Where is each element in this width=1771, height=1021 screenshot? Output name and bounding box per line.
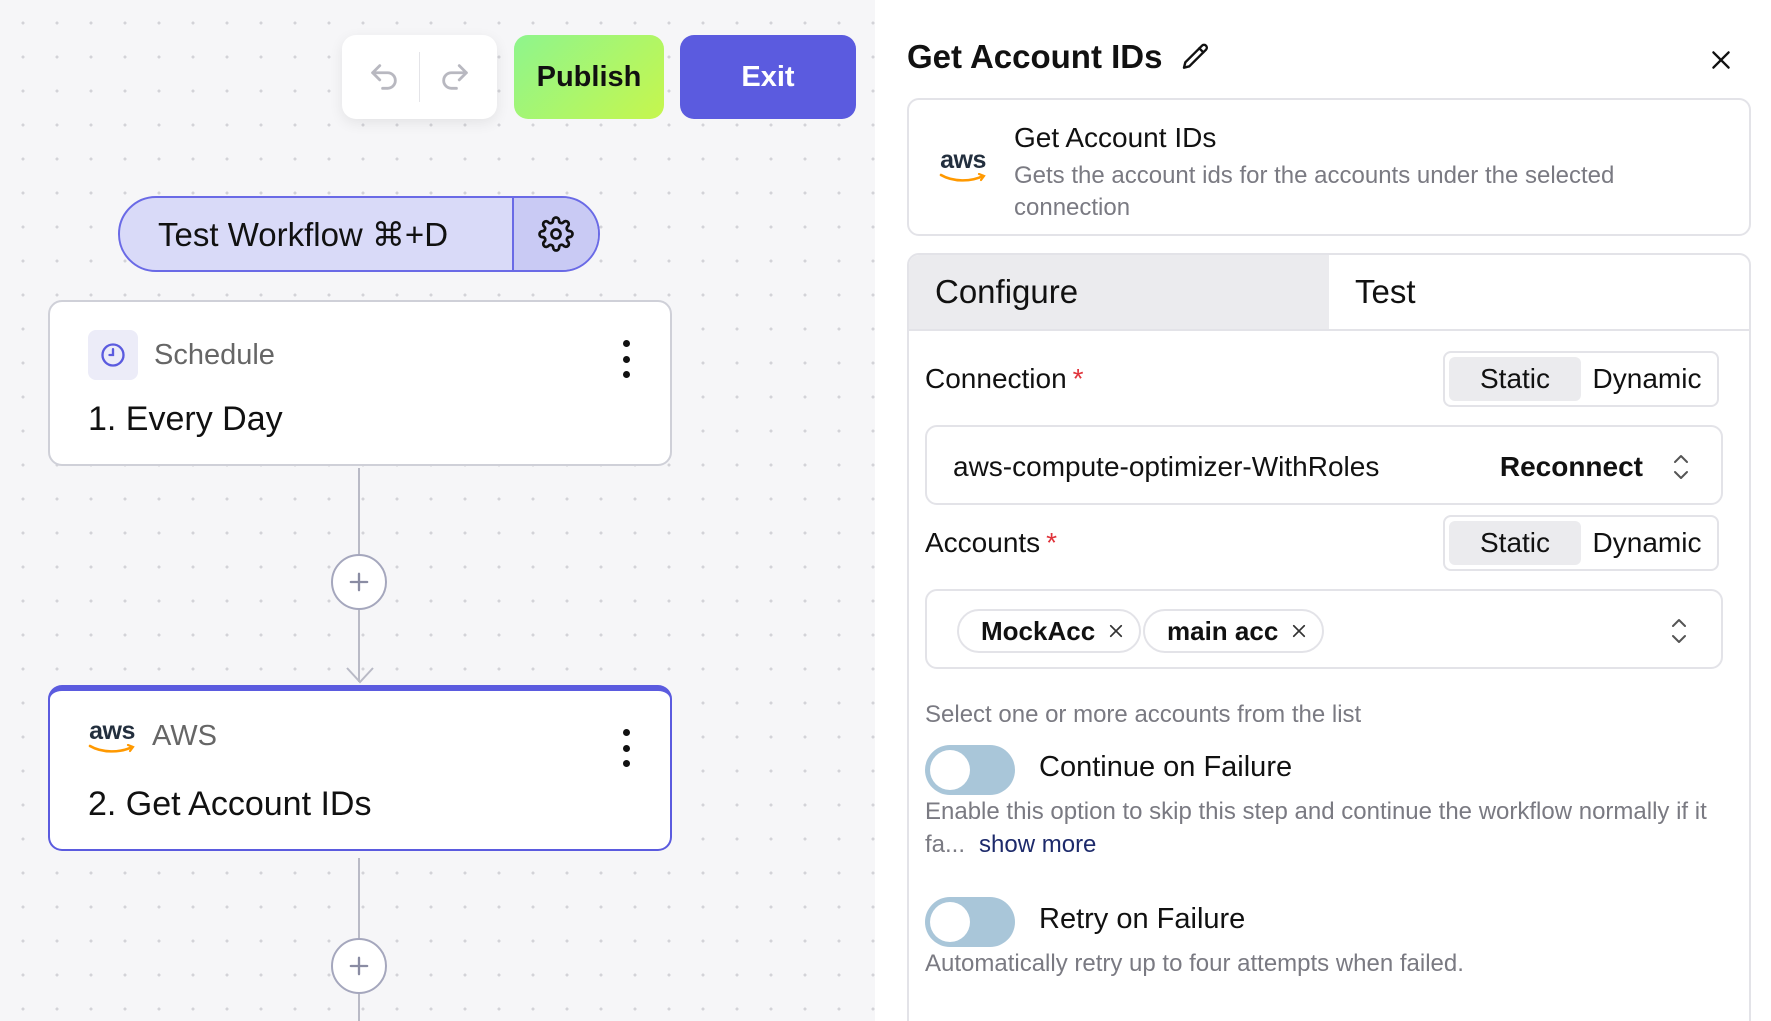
connection-select[interactable]: aws-compute-optimizer-WithRoles Reconnec… [925, 425, 1723, 505]
workflow-canvas[interactable]: Publish Exit Test Workflow ⌘+D Schedule … [0, 0, 875, 1021]
publish-button[interactable]: Publish [514, 35, 664, 119]
node-app-name: AWS [152, 720, 217, 752]
arrow-down-icon [346, 667, 374, 684]
remove-chip-icon[interactable] [1107, 622, 1125, 640]
action-info-card: aws Get Account IDs Gets the account ids… [907, 98, 1751, 236]
redo-icon [442, 64, 468, 90]
plus-icon [349, 572, 369, 592]
node-title: 1. Every Day [88, 400, 283, 438]
aws-logo: aws [939, 148, 987, 183]
accounts-multiselect[interactable]: MockAcc main acc [925, 589, 1723, 669]
accounts-hint: Select one or more accounts from the lis… [925, 701, 1362, 728]
accounts-mode-toggle: Static Dynamic [1443, 515, 1719, 571]
accounts-label: Accounts * [925, 527, 1058, 558]
add-step-button[interactable] [331, 938, 387, 994]
account-chip-label: main acc [1167, 615, 1279, 646]
clock-icon [88, 330, 138, 380]
account-chip: MockAcc [957, 609, 1142, 653]
aws-logo: aws [88, 719, 136, 754]
pencil-icon[interactable] [1180, 41, 1212, 73]
continue-on-failure-toggle[interactable] [925, 745, 1015, 795]
retry-on-failure-description: Automatically retry up to four attempts … [925, 950, 1464, 977]
chevron-up-down-icon [1672, 619, 1686, 643]
redo-button[interactable] [420, 35, 490, 119]
reconnect-button[interactable]: Reconnect [1500, 451, 1643, 483]
connection-label: Connection * [925, 363, 1084, 394]
exit-button[interactable]: Exit [680, 35, 856, 119]
add-step-button[interactable] [331, 554, 387, 610]
node-title: 2. Get Account IDs [88, 785, 372, 823]
undo-redo-group [342, 35, 497, 119]
undo-icon [371, 64, 397, 90]
test-workflow-button[interactable]: Test Workflow ⌘+D [120, 198, 512, 270]
account-chip-label: MockAcc [981, 615, 1096, 646]
account-chip: main acc [1143, 609, 1325, 653]
retry-on-failure-label: Retry on Failure [1039, 903, 1246, 935]
continue-on-failure-description: Enable this option to skip this step and… [925, 798, 1707, 858]
node-menu-icon[interactable] [618, 340, 634, 378]
tab-test[interactable]: Test [1329, 255, 1749, 329]
panel-title: Get Account IDs [907, 38, 1163, 75]
node-header: aws AWS [88, 719, 217, 754]
test-workflow-control: Test Workflow ⌘+D [118, 196, 600, 272]
required-asterisk: * [1046, 527, 1058, 558]
required-asterisk: * [1072, 363, 1084, 394]
action-name: Get Account IDs [1014, 122, 1217, 153]
action-description: Gets the account ids for the accounts un… [1014, 162, 1615, 221]
workflow-node-schedule[interactable]: Schedule 1. Every Day [48, 300, 672, 466]
step-config-panel: Get Account IDs aws Get Account IDs Gets… [875, 0, 1771, 1021]
connection-mode-dynamic[interactable]: Dynamic [1581, 357, 1713, 401]
plus-icon [349, 956, 369, 976]
node-menu-icon[interactable] [618, 729, 634, 767]
show-more-link[interactable]: show more [979, 831, 1096, 858]
remove-chip-icon[interactable] [1290, 622, 1308, 640]
node-app-name: Schedule [154, 338, 275, 371]
undo-button[interactable] [349, 35, 419, 119]
connection-mode-toggle: Static Dynamic [1443, 351, 1719, 407]
connector-line [358, 468, 360, 558]
tab-bar: Configure Test [909, 255, 1749, 331]
accounts-mode-static[interactable]: Static [1449, 521, 1581, 565]
close-icon [1712, 51, 1730, 69]
config-tabs-card: Configure Test Connection * Static Dynami… [907, 253, 1751, 1021]
panel-header: Get Account IDs [907, 38, 1212, 76]
close-button[interactable] [1703, 42, 1739, 78]
tab-configure[interactable]: Configure [909, 255, 1329, 329]
connector-line [358, 994, 360, 1021]
accounts-mode-dynamic[interactable]: Dynamic [1581, 521, 1713, 565]
retry-on-failure-toggle[interactable] [925, 897, 1015, 947]
workflow-node-aws[interactable]: aws AWS 2. Get Account IDs [48, 685, 672, 851]
connection-mode-static[interactable]: Static [1449, 357, 1581, 401]
connection-value: aws-compute-optimizer-WithRoles [953, 451, 1380, 482]
continue-on-failure-label: Continue on Failure [1039, 751, 1293, 783]
node-header: Schedule [88, 330, 275, 380]
connector-line [358, 858, 360, 942]
gear-icon [538, 216, 574, 252]
workflow-settings-button[interactable] [512, 198, 598, 270]
chevron-up-down-icon [1674, 455, 1688, 479]
